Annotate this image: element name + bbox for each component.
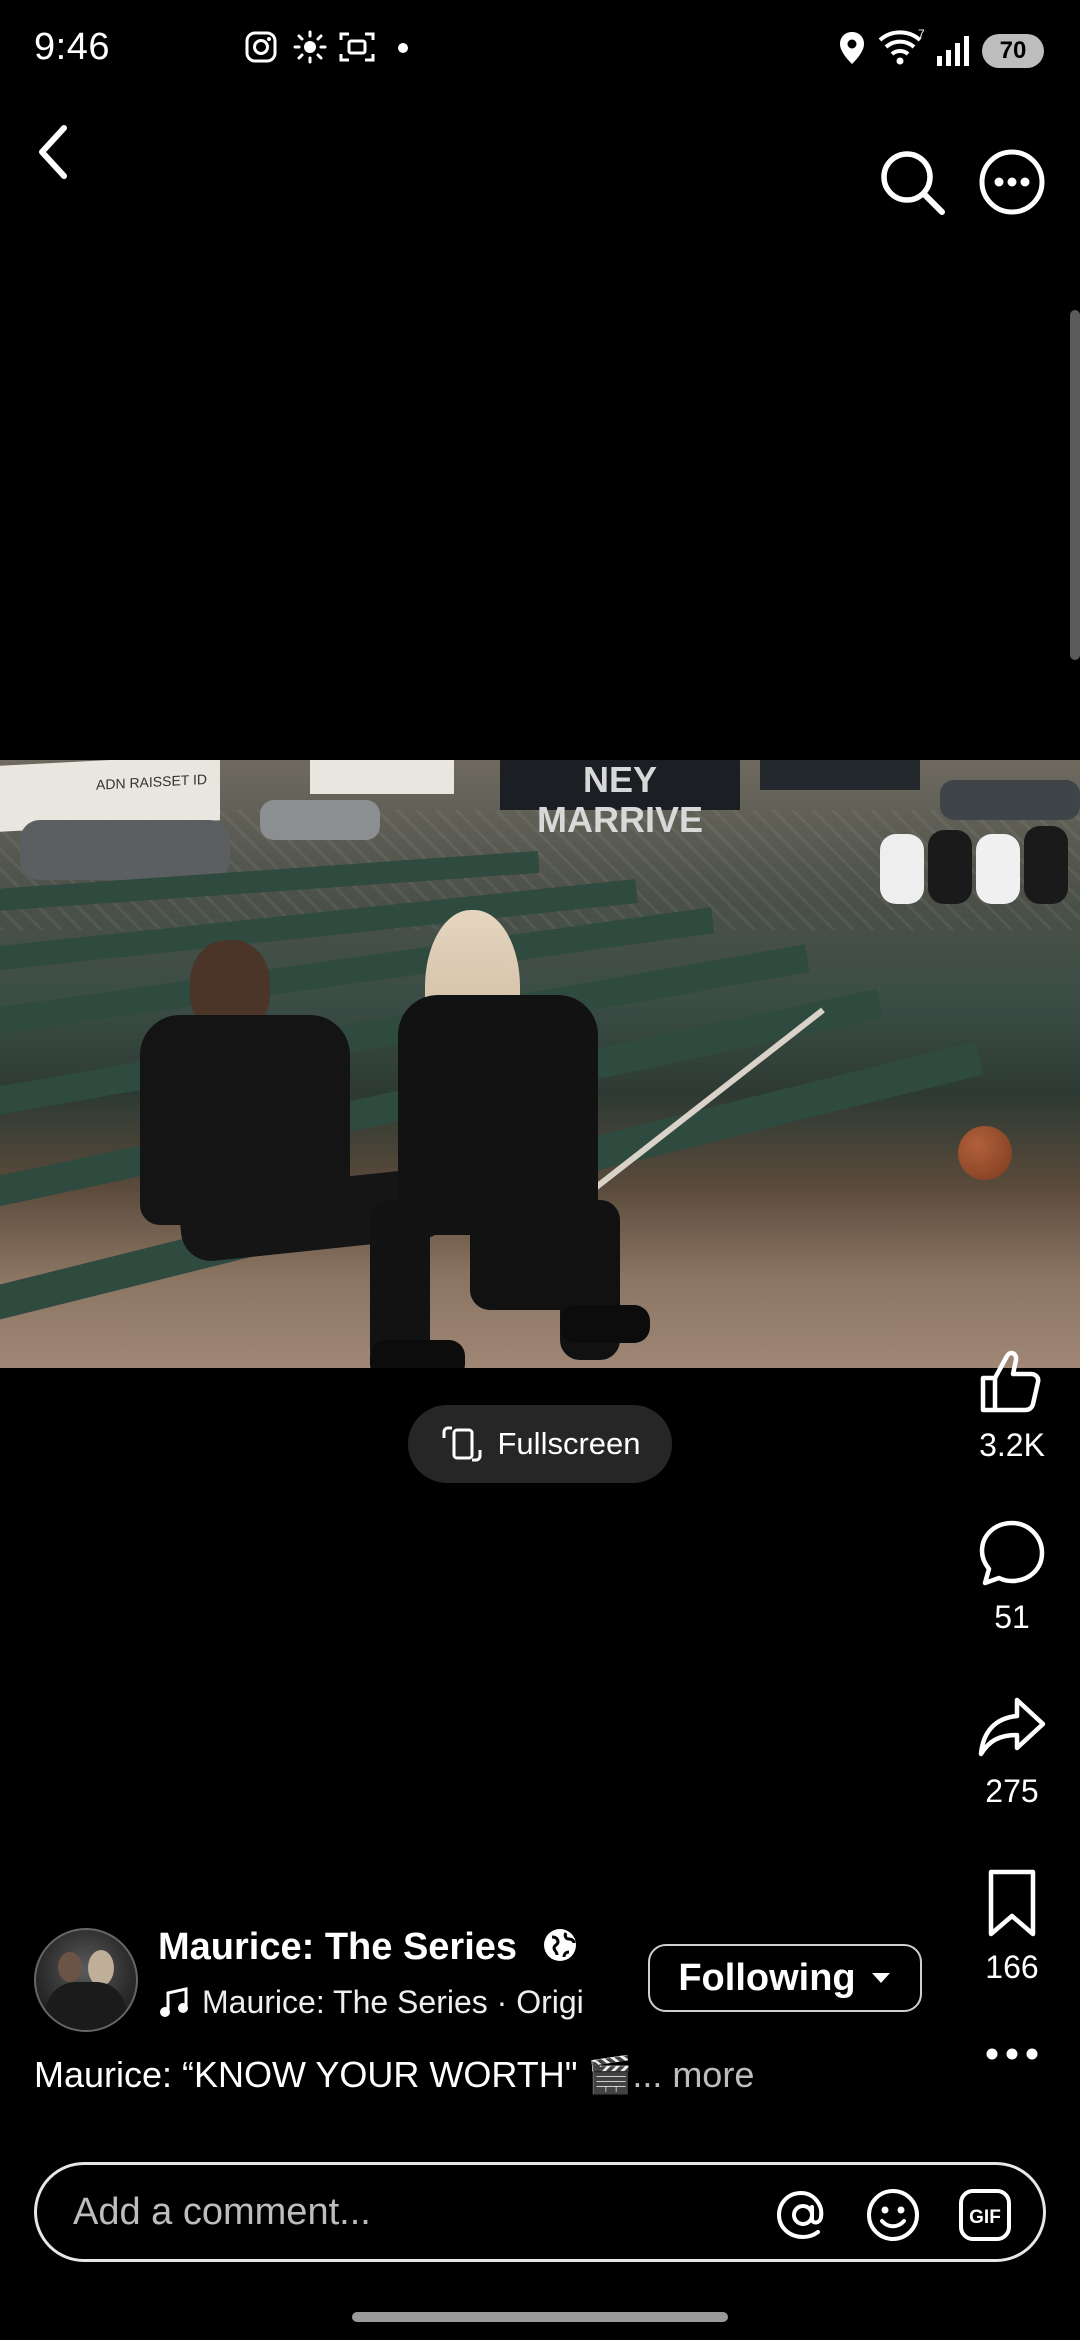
comment-button[interactable]: 51 (952, 1518, 1072, 1636)
chevron-down-icon (871, 1973, 890, 1983)
fullscreen-button[interactable]: Fullscreen (408, 1405, 672, 1483)
more-options-icon[interactable] (984, 2044, 1040, 2064)
banner-right (760, 760, 920, 790)
emoji-icon[interactable] (865, 2187, 921, 2243)
battery-icon: 70 (982, 34, 1044, 68)
gif-icon[interactable]: GIF (957, 2187, 1013, 2243)
share-icon (978, 1697, 1046, 1757)
save-count: 166 (985, 1949, 1039, 1985)
parked-car (940, 780, 1080, 820)
account-name[interactable]: Maurice: The Series (158, 1926, 578, 1969)
audio-text: Maurice: The Series · Origi (202, 1984, 584, 2020)
person-boot (370, 1340, 465, 1368)
comment-placeholder: Add a comment... (73, 2191, 371, 2233)
brightness-icon (293, 30, 327, 64)
location-icon (840, 32, 864, 64)
following-label: Following (678, 1956, 856, 1999)
search-icon[interactable] (878, 148, 946, 216)
svg-text:7: 7 (918, 28, 925, 41)
status-time: 9:46 (34, 26, 110, 68)
back-icon[interactable] (34, 124, 74, 180)
banner-center: NEY MARRIVE (500, 760, 740, 840)
mention-icon[interactable] (775, 2187, 831, 2243)
share-count: 275 (985, 1773, 1039, 1809)
video-player[interactable]: ADN RAISSET ID NEY MARRIVE (0, 760, 1080, 1368)
scrollbar[interactable] (1070, 310, 1080, 660)
avatar[interactable] (34, 1928, 138, 2032)
fullscreen-label: Fullscreen (497, 1426, 641, 1461)
banner-small (310, 760, 454, 794)
like-count: 3.2K (979, 1427, 1045, 1463)
comment-count: 51 (994, 1599, 1030, 1635)
caption-text: Maurice: “KNOW YOUR WORTH" 🎬 (34, 2054, 633, 2095)
battery-level: 70 (999, 37, 1027, 64)
caption[interactable]: Maurice: “KNOW YOUR WORTH" 🎬... more (34, 2054, 754, 2096)
basketball (958, 1126, 1012, 1180)
instagram-icon (245, 31, 277, 63)
fullscreen-icon (442, 1426, 481, 1462)
wifi-icon: 7 (878, 28, 925, 65)
screenshot-icon (339, 32, 375, 62)
background-people (880, 820, 1080, 920)
dot-icon (398, 43, 408, 53)
person-boot (560, 1305, 650, 1343)
share-button[interactable]: 275 (952, 1692, 1072, 1810)
signal-icon (937, 36, 969, 66)
more-icon[interactable] (978, 148, 1046, 216)
comment-input[interactable]: Add a comment... GIF (34, 2162, 1046, 2262)
svg-text:GIF: GIF (969, 2207, 1001, 2228)
audio-row[interactable]: Maurice: The Series · Origi (158, 1984, 610, 2021)
parked-car (20, 820, 230, 880)
parked-car (260, 800, 380, 840)
account-name-text: Maurice: The Series (158, 1926, 518, 1968)
bookmark-icon (988, 1869, 1036, 1937)
following-button[interactable]: Following (648, 1944, 922, 2012)
comment-icon (979, 1520, 1045, 1586)
music-note-icon (160, 1986, 188, 2017)
globe-icon (543, 1929, 576, 1961)
caption-more-link[interactable]: ... more (632, 2054, 754, 2095)
thumbs-up-icon (980, 1350, 1041, 1413)
save-button[interactable]: 166 (952, 1868, 1072, 1986)
like-button[interactable]: 3.2K (952, 1346, 1072, 1464)
home-indicator[interactable] (352, 2312, 728, 2322)
